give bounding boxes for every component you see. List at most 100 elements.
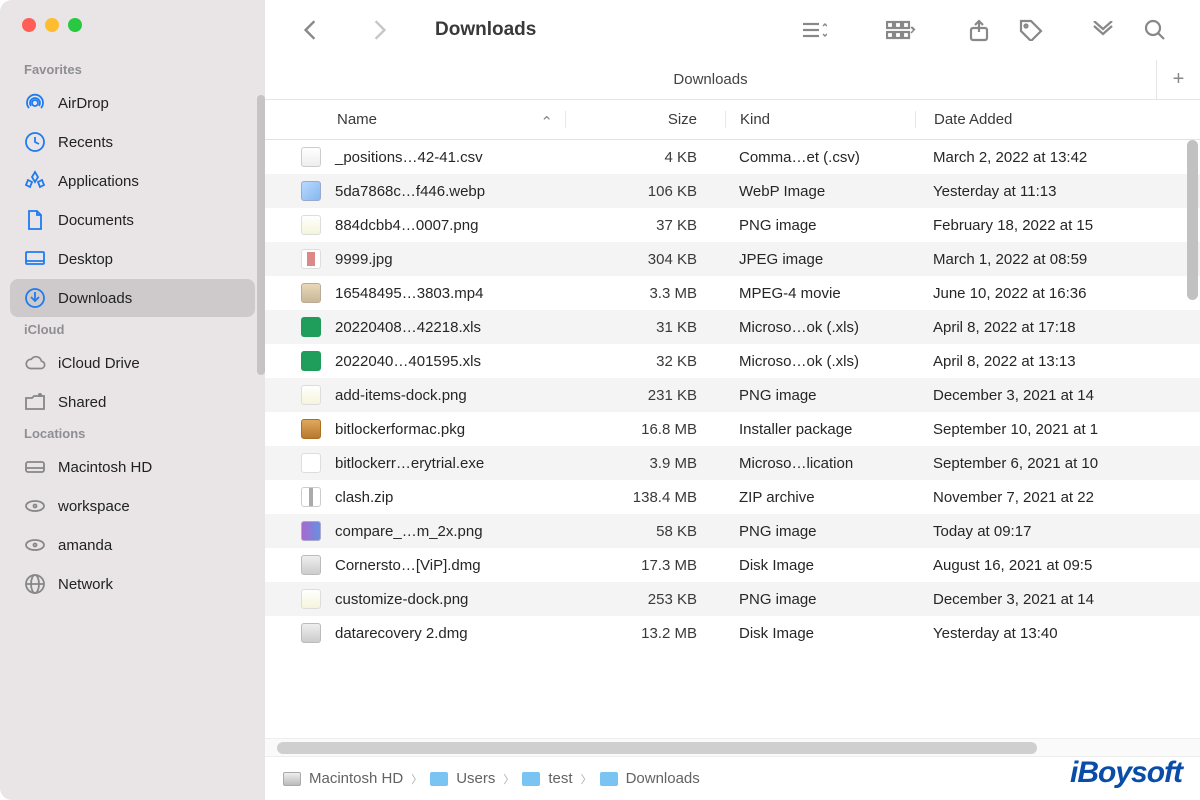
- file-row[interactable]: 884dcbb4…0007.png37 KBPNG imageFebruary …: [265, 208, 1200, 242]
- tags-button[interactable]: [1008, 13, 1054, 47]
- search-button[interactable]: [1132, 13, 1178, 47]
- file-kind: Microso…ok (.xls): [725, 353, 915, 370]
- file-date: Today at 09:17: [915, 523, 1200, 540]
- file-row[interactable]: 2022040…401595.xls32 KBMicroso…ok (.xls)…: [265, 344, 1200, 378]
- tab-bar: Downloads +: [265, 60, 1200, 100]
- globe-icon: [24, 573, 46, 595]
- file-row[interactable]: 5da7868c…f446.webp106 KBWebP ImageYester…: [265, 174, 1200, 208]
- folder-icon: [430, 772, 448, 786]
- file-date: April 8, 2022 at 17:18: [915, 319, 1200, 336]
- file-row[interactable]: bitlockerformac.pkg16.8 MBInstaller pack…: [265, 412, 1200, 446]
- path-label: Users: [456, 770, 495, 787]
- file-kind: Microso…lication: [725, 455, 915, 472]
- file-name: 16548495…3803.mp4: [335, 285, 483, 302]
- file-date: December 3, 2021 at 14: [915, 591, 1200, 608]
- disk-icon: [24, 456, 46, 478]
- close-button[interactable]: [22, 18, 36, 32]
- sidebar-item-macintoshhd[interactable]: Macintosh HD: [10, 448, 255, 486]
- sidebar-item-shared[interactable]: Shared: [10, 383, 255, 421]
- file-row[interactable]: datarecovery 2.dmg13.2 MBDisk ImageYeste…: [265, 616, 1200, 650]
- file-row[interactable]: customize-dock.png253 KBPNG imageDecembe…: [265, 582, 1200, 616]
- file-row[interactable]: 20220408…42218.xls31 KBMicroso…ok (.xls)…: [265, 310, 1200, 344]
- file-date: April 8, 2022 at 13:13: [915, 353, 1200, 370]
- file-size: 304 KB: [565, 251, 725, 268]
- file-row[interactable]: bitlockerr…erytrial.exe3.9 MBMicroso…lic…: [265, 446, 1200, 480]
- sidebar-item-label: Downloads: [58, 290, 132, 307]
- file-date: June 10, 2022 at 16:36: [915, 285, 1200, 302]
- sidebar-item-airdrop[interactable]: AirDrop: [10, 84, 255, 122]
- cloud-icon: [24, 352, 46, 374]
- column-headers: Name⌃ Size Kind Date Added: [265, 100, 1200, 140]
- more-button[interactable]: [1080, 13, 1126, 47]
- sidebar-item-label: Recents: [58, 134, 113, 151]
- file-kind: Microso…ok (.xls): [725, 319, 915, 336]
- path-label: Downloads: [626, 770, 700, 787]
- file-size: 231 KB: [565, 387, 725, 404]
- forward-button[interactable]: [357, 13, 403, 47]
- chevron-right-icon: 〉: [503, 771, 514, 787]
- header-date[interactable]: Date Added: [915, 111, 1200, 128]
- share-button[interactable]: [956, 13, 1002, 47]
- tab-downloads[interactable]: Downloads: [265, 71, 1156, 88]
- sidebar-item-applications[interactable]: Applications: [10, 162, 255, 200]
- file-row[interactable]: 16548495…3803.mp43.3 MBMPEG-4 movieJune …: [265, 276, 1200, 310]
- file-name: 5da7868c…f446.webp: [335, 183, 485, 200]
- file-row[interactable]: compare_…m_2x.png58 KBPNG imageToday at …: [265, 514, 1200, 548]
- path-segment[interactable]: Macintosh HD: [283, 770, 403, 787]
- minimize-button[interactable]: [45, 18, 59, 32]
- file-kind: PNG image: [725, 217, 915, 234]
- file-size: 106 KB: [565, 183, 725, 200]
- sidebar-item-desktop[interactable]: Desktop: [10, 240, 255, 278]
- sidebar-item-downloads[interactable]: Downloads: [10, 279, 255, 317]
- window-controls: [0, 18, 265, 32]
- list-scrollbar[interactable]: [1187, 140, 1198, 300]
- file-size: 16.8 MB: [565, 421, 725, 438]
- file-row[interactable]: 9999.jpg304 KBJPEG imageMarch 1, 2022 at…: [265, 242, 1200, 276]
- sidebar-item-network[interactable]: Network: [10, 565, 255, 603]
- group-button[interactable]: [878, 13, 924, 47]
- section-label: Locations: [0, 422, 265, 447]
- file-row[interactable]: _positions…42-41.csv4 KBComma…et (.csv)M…: [265, 140, 1200, 174]
- path-segment[interactable]: test: [522, 770, 572, 787]
- sidebar: FavoritesAirDropRecentsApplicationsDocum…: [0, 0, 265, 800]
- maximize-button[interactable]: [68, 18, 82, 32]
- sidebar-item-workspace[interactable]: workspace: [10, 487, 255, 525]
- file-name: customize-dock.png: [335, 591, 468, 608]
- file-name: compare_…m_2x.png: [335, 523, 483, 540]
- header-name[interactable]: Name⌃: [265, 111, 565, 128]
- new-tab-button[interactable]: +: [1156, 60, 1200, 100]
- path-segment[interactable]: Downloads: [600, 770, 700, 787]
- main-content: Downloads Downloads + Name⌃ Size Kind Da…: [265, 0, 1200, 800]
- file-icon: [301, 351, 321, 371]
- back-button[interactable]: [287, 13, 333, 47]
- airdrop-icon: [24, 92, 46, 114]
- file-icon: [301, 147, 321, 167]
- sidebar-item-amanda[interactable]: amanda: [10, 526, 255, 564]
- file-date: September 6, 2021 at 10: [915, 455, 1200, 472]
- sidebar-scrollbar[interactable]: [257, 95, 265, 375]
- file-name: 9999.jpg: [335, 251, 393, 268]
- file-kind: WebP Image: [725, 183, 915, 200]
- sidebar-item-documents[interactable]: Documents: [10, 201, 255, 239]
- sidebar-item-iclouddrive[interactable]: iCloud Drive: [10, 344, 255, 382]
- file-row[interactable]: clash.zip138.4 MBZIP archiveNovember 7, …: [265, 480, 1200, 514]
- file-date: September 10, 2021 at 1: [915, 421, 1200, 438]
- sidebar-item-recents[interactable]: Recents: [10, 123, 255, 161]
- file-size: 253 KB: [565, 591, 725, 608]
- finder-window: FavoritesAirDropRecentsApplicationsDocum…: [0, 0, 1200, 800]
- file-icon: [301, 487, 321, 507]
- sidebar-item-label: Documents: [58, 212, 134, 229]
- file-icon: [301, 181, 321, 201]
- file-date: March 1, 2022 at 08:59: [915, 251, 1200, 268]
- file-date: November 7, 2021 at 22: [915, 489, 1200, 506]
- horizontal-scrollbar-thumb[interactable]: [277, 742, 1037, 754]
- header-size[interactable]: Size: [565, 111, 725, 128]
- file-row[interactable]: add-items-dock.png231 KBPNG imageDecembe…: [265, 378, 1200, 412]
- horizontal-scrollbar-track[interactable]: [265, 738, 1200, 756]
- file-row[interactable]: Cornersto…[ViP].dmg17.3 MBDisk ImageAugu…: [265, 548, 1200, 582]
- file-icon: [301, 283, 321, 303]
- header-kind[interactable]: Kind: [725, 111, 915, 128]
- view-list-button[interactable]: [790, 13, 836, 47]
- file-date: February 18, 2022 at 15: [915, 217, 1200, 234]
- path-segment[interactable]: Users: [430, 770, 495, 787]
